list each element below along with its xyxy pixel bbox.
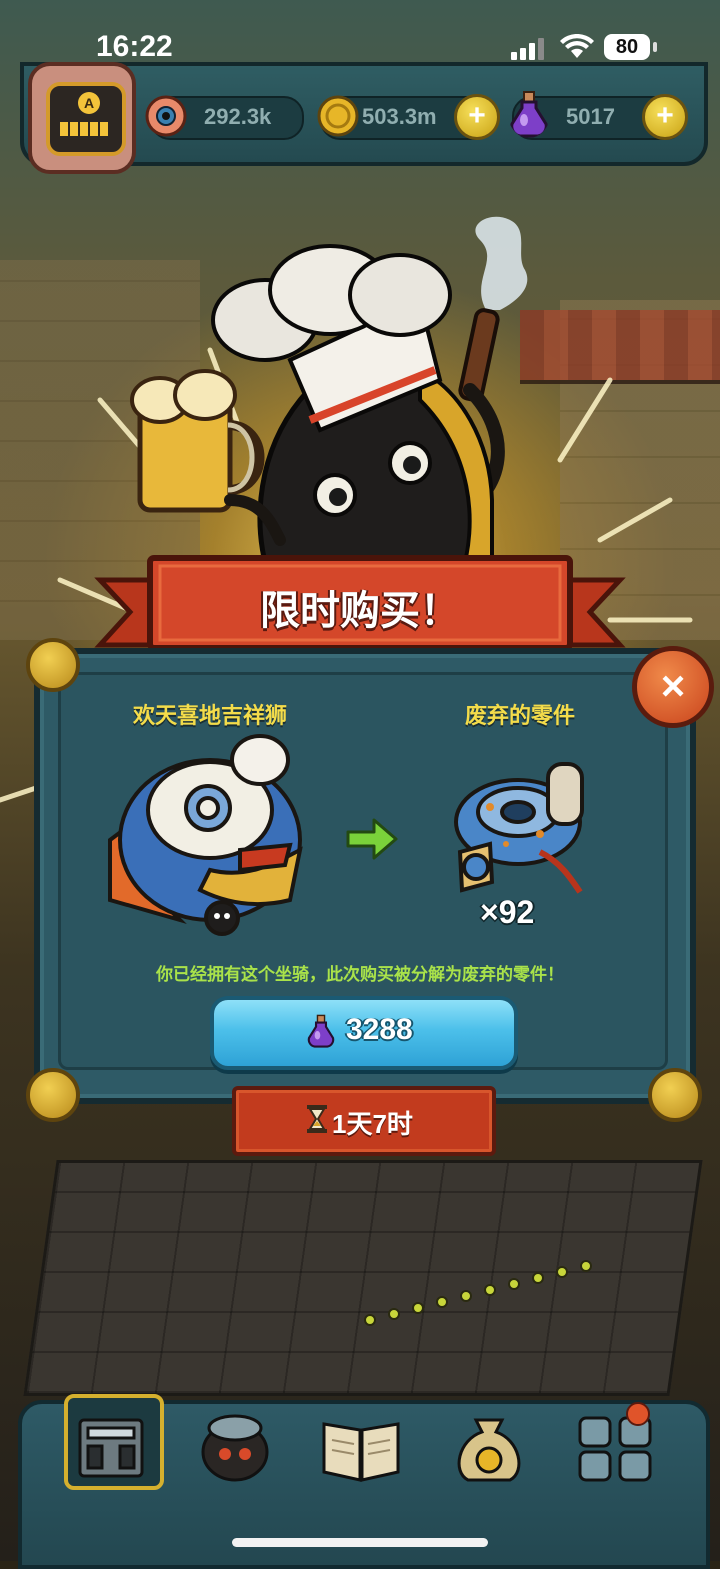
- gold-coin-icon: [317, 95, 359, 137]
- potion-icon: [510, 91, 548, 138]
- hourglass-icon: [307, 1105, 327, 1133]
- eyeball-icon: [145, 95, 187, 137]
- wifi-icon: [560, 34, 594, 58]
- time-remaining: 1天7时: [332, 1109, 413, 1139]
- mount-name: 欢天喜地吉祥狮: [132, 703, 287, 728]
- corner-ornament-top-left: [26, 638, 80, 692]
- time-remaining-tab: 1天7时: [232, 1086, 496, 1156]
- parts-name: 废弃的零件: [464, 703, 575, 728]
- coins-value: 503.3m: [362, 104, 437, 129]
- cellular-signal-icon: [511, 38, 544, 60]
- avatar-teeth: [60, 122, 110, 136]
- eyes-value: 292.3k: [204, 104, 272, 129]
- arrow-right-icon: [346, 818, 398, 860]
- add-coins-button[interactable]: +: [454, 94, 500, 140]
- buy-price: 3288: [346, 1013, 413, 1046]
- home-indicator[interactable]: [232, 1538, 488, 1547]
- conveyor-lights: [364, 1260, 592, 1326]
- buy-button[interactable]: 3288: [210, 996, 518, 1070]
- player-avatar[interactable]: A: [28, 62, 136, 174]
- potions-value: 5017: [566, 104, 615, 129]
- parts-quantity: ×92: [480, 894, 535, 930]
- monster-icon[interactable]: [190, 1410, 280, 1486]
- avatar-face: A: [46, 82, 126, 156]
- battery-tip: [653, 42, 657, 52]
- lion-dance-mount-icon: [108, 734, 303, 936]
- kitchen-icon[interactable]: [66, 1410, 156, 1486]
- corner-ornament-bottom-right: [648, 1068, 702, 1122]
- book-icon[interactable]: [316, 1410, 406, 1486]
- avatar-rank-letter: A: [78, 92, 100, 114]
- clock: 16:22: [96, 30, 173, 63]
- potion-icon: [307, 1014, 335, 1048]
- discarded-parts-icon: [454, 762, 584, 894]
- battery-level: 80: [604, 34, 650, 60]
- chef-monster-character: [130, 216, 528, 580]
- notification-badge: [626, 1402, 650, 1426]
- close-button[interactable]: ×: [632, 646, 714, 728]
- already-owned-notice: 你已经拥有这个坐骑，此次购买被分解为废弃的零件！: [156, 965, 564, 984]
- money-bag-icon[interactable]: [444, 1410, 534, 1486]
- add-potions-button[interactable]: +: [642, 94, 688, 140]
- dialog-title: 限时购买！: [260, 589, 460, 633]
- corner-ornament-bottom-left: [26, 1068, 80, 1122]
